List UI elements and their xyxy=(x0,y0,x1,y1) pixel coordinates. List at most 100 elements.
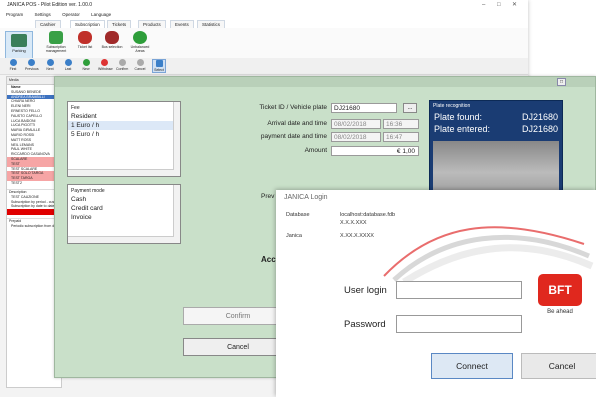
ticket-label: Ticket ID / Vehicle plate xyxy=(259,104,327,111)
database-version: X.X.X.XXX xyxy=(340,220,367,226)
last-label: Last xyxy=(64,67,72,71)
acc-partial-label: Acc xyxy=(261,255,276,264)
fee-option[interactable]: 5 Euro / h xyxy=(68,130,180,139)
ribbon: Parking Subscription management Ticket l… xyxy=(0,28,528,59)
recycle-icon xyxy=(133,31,147,44)
window-title: JANICA POS - Pilot Edition ver. 1.00.0 xyxy=(7,2,93,8)
payment-mode-listbox[interactable]: Payment mode Cash Credit card Invoice xyxy=(67,184,181,244)
arrival-label: Arrival date and time xyxy=(267,120,327,127)
first-button[interactable]: First xyxy=(7,59,19,71)
ticket-browse-button[interactable]: ... xyxy=(403,103,417,113)
select-button[interactable]: Select xyxy=(152,59,166,73)
parking-label: Parking xyxy=(12,48,26,53)
subscription-management-label: Subscription management xyxy=(45,45,67,53)
ticket-input[interactable]: DJ21680 xyxy=(331,103,397,113)
last-button[interactable]: Last xyxy=(62,59,74,71)
prepaid-item[interactable]: Periodic subscription from dr xyxy=(7,224,61,229)
plate-entered-value: DJ21680 xyxy=(521,124,558,134)
select-icon xyxy=(155,60,163,67)
payment-window-titlebar: □ xyxy=(55,77,595,87)
previous-icon xyxy=(27,59,35,66)
selected-description-bar[interactable] xyxy=(7,209,61,216)
plate-entered-row: Plate entered: DJ21680 xyxy=(434,124,558,134)
bus-selection-label: Bus selection xyxy=(101,45,123,49)
user-login-label: User login xyxy=(344,285,387,296)
payment-mode-hscrollbar[interactable] xyxy=(68,236,174,243)
menu-operator[interactable]: Operator xyxy=(62,12,80,17)
ticket-list-button[interactable]: Ticket list xyxy=(73,31,97,57)
payment-mode-option[interactable]: Cash xyxy=(68,195,180,204)
first-icon xyxy=(9,59,17,66)
payment-mode-option[interactable]: Credit card xyxy=(68,204,180,213)
parking-button[interactable]: Parking xyxy=(5,31,33,59)
list-item[interactable]: TEST2 xyxy=(7,181,61,186)
menu-settings[interactable]: Settings xyxy=(35,12,51,17)
login-dialog: JANICA Login Database localhost:database… xyxy=(276,190,596,397)
title-bar: JANICA POS - Pilot Edition ver. 1.00.0 –… xyxy=(0,0,528,11)
cancel-icon xyxy=(136,59,144,66)
payment-time-label: payment date and time xyxy=(260,133,327,140)
plate-found-value: DJ21680 xyxy=(521,112,558,122)
cancel-toolbar-button[interactable]: Cancel xyxy=(134,59,146,71)
select-label: Select xyxy=(154,68,164,72)
minimize-icon[interactable]: – xyxy=(482,0,485,11)
fee-listbox[interactable]: Fee Resident 1 Euro / h 5 Euro / h xyxy=(67,101,181,177)
login-cancel-button[interactable]: Cancel xyxy=(521,353,596,379)
janica-version: X.XX.X.XXXX xyxy=(340,233,374,239)
withdraw-button[interactable]: Withdraw xyxy=(98,59,113,71)
media-header: Media xyxy=(7,77,61,85)
amount-label: Amount xyxy=(304,147,327,154)
next-button[interactable]: Next xyxy=(44,59,56,71)
description-item[interactable]: Subscription by date to date xyxy=(7,204,61,209)
payment-date-field[interactable]: 08/02/2018 xyxy=(331,132,381,142)
car-icon xyxy=(78,31,92,44)
password-input[interactable] xyxy=(396,315,522,333)
previous-partial-label: Prev xyxy=(261,193,275,200)
fee-scrollbar[interactable] xyxy=(173,102,180,176)
password-label: Password xyxy=(344,319,386,330)
menu-program[interactable]: Program xyxy=(6,12,23,17)
first-label: First xyxy=(9,67,17,71)
new-label: New xyxy=(82,67,90,71)
subscription-add-icon xyxy=(49,31,63,44)
unbalanced-areas-button[interactable]: Unbalanced Areas xyxy=(128,31,152,57)
confirm-button[interactable]: Confirm xyxy=(116,59,128,71)
maximize-icon[interactable]: □ xyxy=(497,0,501,11)
arrival-time-field[interactable]: 16:36 xyxy=(383,119,419,129)
parking-icon xyxy=(11,34,27,47)
withdraw-label: Withdraw xyxy=(98,67,113,71)
fee-option[interactable]: Resident xyxy=(68,112,180,121)
janica-label: Janica xyxy=(286,233,302,239)
bft-tagline: Be ahead xyxy=(547,309,573,315)
fee-label: Fee xyxy=(71,105,80,111)
menu-bar: Program Settings Operator Language xyxy=(0,11,528,18)
subscription-management-button[interactable]: Subscription management xyxy=(44,31,68,57)
close-icon[interactable]: ✕ xyxy=(512,0,517,11)
cancel-label: Cancel xyxy=(134,67,146,71)
plate-recognition-title: Plate recognition xyxy=(433,103,471,109)
confirm-icon xyxy=(118,59,126,66)
fee-option[interactable]: 1 Euro / h xyxy=(68,121,180,130)
withdraw-icon xyxy=(100,59,108,66)
new-icon xyxy=(82,59,90,66)
payment-mode-label: Payment mode xyxy=(71,188,105,194)
ticket-list-label: Ticket list xyxy=(77,45,93,49)
bft-logo: BFT xyxy=(538,274,582,306)
menu-language[interactable]: Language xyxy=(91,12,111,17)
payment-mode-option[interactable]: Invoice xyxy=(68,213,180,222)
payment-time-field[interactable]: 16:47 xyxy=(383,132,419,142)
arrival-date-field[interactable]: 08/02/2018 xyxy=(331,119,381,129)
connect-button[interactable]: Connect xyxy=(431,353,513,379)
restore-icon[interactable]: □ xyxy=(557,78,566,86)
payment-mode-scrollbar[interactable] xyxy=(173,185,180,243)
previous-button[interactable]: Previous xyxy=(25,59,39,71)
new-button[interactable]: New xyxy=(80,59,92,71)
plate-entered-label: Plate entered: xyxy=(434,124,491,134)
next-label: Next xyxy=(46,67,54,71)
user-login-input[interactable] xyxy=(396,281,522,299)
last-icon xyxy=(64,59,72,66)
car-icon xyxy=(105,31,119,44)
fee-hscrollbar[interactable] xyxy=(68,169,174,176)
bus-selection-button[interactable]: Bus selection xyxy=(100,31,124,57)
confirm-label: Confirm xyxy=(116,67,129,71)
